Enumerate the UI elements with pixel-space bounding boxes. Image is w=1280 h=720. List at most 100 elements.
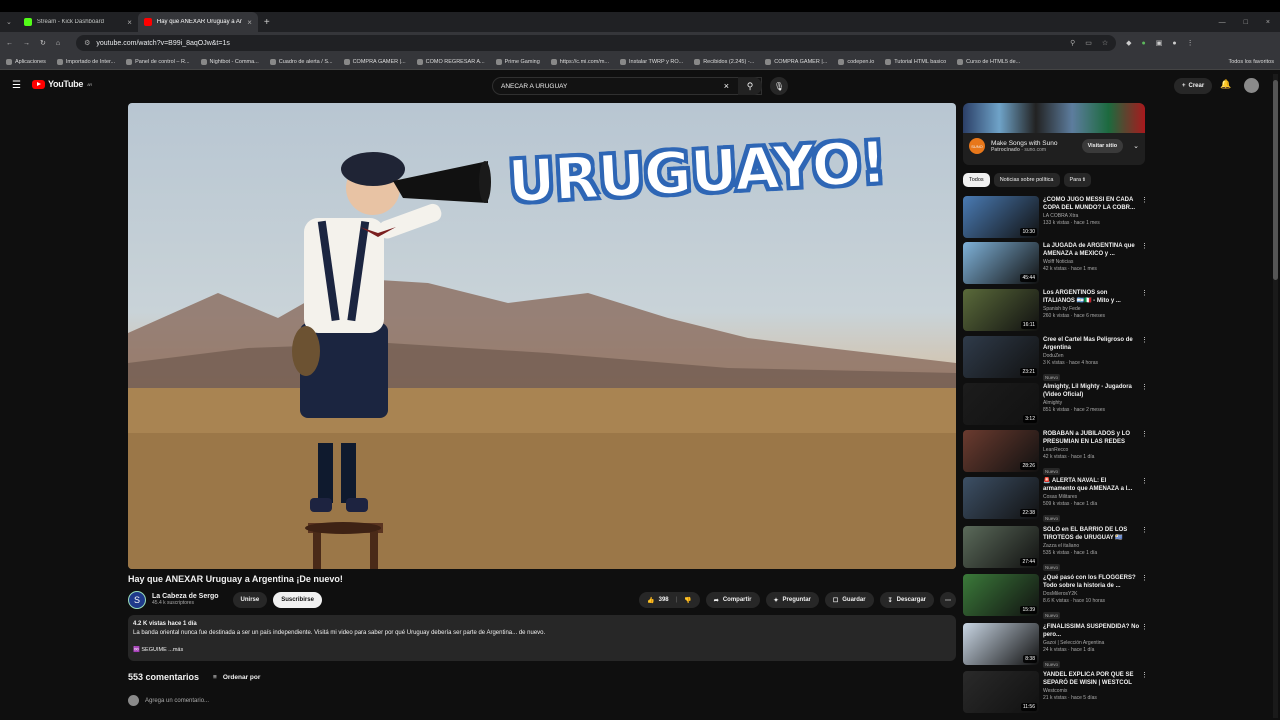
notifications-bell-icon[interactable]: 🔔 — [1220, 79, 1231, 90]
chevron-down-icon[interactable]: ⌄ — [1133, 142, 1139, 150]
recommendation-title[interactable]: Cree el Cartel Mas Peligroso de Argentin… — [1043, 336, 1140, 352]
recommendation-channel[interactable]: LA COBRA Xtra — [1043, 213, 1140, 219]
more-options-icon[interactable]: ⋮ — [1141, 242, 1148, 250]
recommendation-item[interactable]: 22:38 🚨 ALERTA NAVAL: El armamento que AM… — [963, 477, 1148, 523]
more-options-icon[interactable]: ⋮ — [1141, 430, 1148, 438]
channel-avatar[interactable]: S — [128, 591, 146, 609]
video-thumbnail[interactable]: 15:39 — [963, 574, 1039, 616]
browser-tab-kick[interactable]: Stream - Kick Dashboard × — [18, 12, 138, 32]
recommendation-item[interactable]: 8:38 ¿FINALISSIMA SUSPENDIDA? No pero... G… — [963, 623, 1148, 669]
extensions-puzzle-icon[interactable]: ▣ — [1156, 39, 1163, 47]
show-more-link[interactable]: ♾️ SEGUIME ...más — [133, 647, 951, 653]
download-button[interactable]: ↧ Descargar — [879, 592, 934, 608]
home-icon[interactable]: ⌂ — [56, 40, 60, 47]
like-button[interactable]: 👍 398 | 👎 — [639, 592, 700, 608]
bookmark-item[interactable]: Curso de HTML5 de... — [957, 58, 1020, 65]
video-thumbnail[interactable]: 45:44 — [963, 242, 1039, 284]
close-tab-icon[interactable]: × — [247, 18, 252, 27]
new-tab-button[interactable]: + — [258, 17, 276, 28]
reload-icon[interactable]: ↻ — [40, 39, 46, 47]
more-options-icon[interactable]: ⋮ — [1141, 477, 1148, 485]
sort-comments-button[interactable]: ≡ Ordenar por — [213, 674, 260, 681]
more-options-icon[interactable]: ⋮ — [1141, 383, 1148, 391]
video-thumbnail[interactable]: 28:26 — [963, 430, 1039, 472]
more-options-icon[interactable]: ⋮ — [1141, 526, 1148, 534]
bookmark-item[interactable]: Importado de Inter... — [56, 58, 115, 65]
video-thumbnail[interactable]: 10:30 — [963, 196, 1039, 238]
more-options-icon[interactable]: ⋮ — [1141, 671, 1148, 679]
recommendation-item[interactable]: 15:39 ¿Qué pasó con los FLOGGERS? Todo so… — [963, 574, 1148, 620]
recommendation-item[interactable]: 11:56 YANDEL EXPLICA POR QUÉ SE SEPARÓ DE… — [963, 671, 1148, 715]
cast-icon[interactable]: ▭ — [1085, 39, 1092, 47]
video-thumbnail[interactable]: 22:38 — [963, 477, 1039, 519]
create-button[interactable]: + Crear — [1174, 78, 1213, 94]
back-icon[interactable]: ← — [6, 40, 13, 47]
recommendation-channel[interactable]: LeanRecco — [1043, 447, 1140, 453]
recommendation-channel[interactable]: Almighty — [1043, 400, 1140, 406]
recommendation-item[interactable]: 28:26 ROBABAN a JUBILADOS y LO PRESUMIAN … — [963, 430, 1148, 476]
extension-icon[interactable]: ◆ — [1126, 39, 1131, 47]
thumbs-down-icon[interactable]: 👎 — [684, 597, 691, 604]
chip-todos[interactable]: Todos — [963, 173, 990, 187]
sponsored-ad-card[interactable]: SUNO Make Songs with Suno Patrocinado · … — [963, 103, 1145, 165]
recommendation-title[interactable]: Los ARGENTINOS son ITALIANOS 🇦🇷🇮🇹 - Mito… — [1043, 289, 1140, 305]
subscribe-button[interactable]: Suscribirse — [273, 592, 322, 608]
bookmark-star-icon[interactable]: ☆ — [1102, 39, 1108, 47]
recommendation-item[interactable]: 3:12 Almighty, Lil Mighty - Jugadora (Vid… — [963, 383, 1148, 427]
close-window-icon[interactable]: × — [1266, 19, 1270, 26]
maximize-icon[interactable]: □ — [1244, 19, 1248, 26]
bookmark-item[interactable]: Recibidos (2.245) -... — [694, 58, 754, 65]
recommendation-item[interactable]: 23:21 Cree el Cartel Mas Peligroso de Arg… — [963, 336, 1148, 382]
bookmark-item[interactable]: COMPRA GAMER |... — [765, 58, 827, 65]
more-options-icon[interactable]: ⋮ — [1141, 623, 1148, 631]
recommendation-channel[interactable]: Westcomix — [1043, 688, 1140, 694]
clear-search-icon[interactable]: × — [724, 81, 729, 91]
extension-icon[interactable]: ● — [1142, 40, 1146, 47]
comment-input-placeholder[interactable]: Agrega un comentario... — [145, 698, 209, 704]
search-input[interactable]: ANECAR A URUGUAY × — [492, 77, 762, 95]
recommendation-title[interactable]: 🚨 ALERTA NAVAL: El armamento que AMENAZA… — [1043, 477, 1140, 493]
share-button[interactable]: ➦ Compartir — [705, 592, 760, 608]
recommendation-channel[interactable]: Cosas Militares — [1043, 494, 1140, 500]
video-thumbnail[interactable]: 23:21 — [963, 336, 1039, 378]
recommendation-item[interactable]: 10:30 ¿CÓMO JUGÓ MESSI EN CADA COPA DEL M… — [963, 196, 1148, 240]
recommendation-item[interactable]: 45:44 La JUGADA de ARGENTINA que AMENAZA … — [963, 242, 1148, 286]
video-thumbnail[interactable]: 3:12 — [963, 383, 1039, 425]
video-thumbnail[interactable]: 16:11 — [963, 289, 1039, 331]
bookmark-item[interactable]: COMO REGRESAR A... — [416, 58, 485, 65]
recommendation-title[interactable]: SOLO en EL BARRIO DE LOS TIROTEOS de URU… — [1043, 526, 1140, 542]
menu-hamburger-icon[interactable]: ☰ — [12, 80, 21, 91]
chip-politica[interactable]: Noticias sobre política — [993, 173, 1060, 187]
search-button[interactable]: ⚲ — [738, 77, 762, 95]
voice-search-button[interactable]: 🎙 — [770, 77, 788, 95]
all-bookmarks-folder[interactable]: Todos los favoritos — [1228, 59, 1274, 65]
description-box[interactable]: 4.2 K vistas hace 1 día La banda orienta… — [128, 615, 956, 661]
more-options-icon[interactable]: ⋮ — [1141, 196, 1148, 204]
bookmark-item[interactable]: Cuadro de alerta / S... — [269, 58, 333, 65]
recommendation-channel[interactable]: DosMilerosY2K — [1043, 591, 1140, 597]
tab-search-icon[interactable]: ⌄ — [0, 18, 18, 26]
bookmark-item[interactable]: COMPRA GAMER |... — [343, 58, 406, 65]
ask-button[interactable]: ✦ Preguntar — [765, 592, 819, 608]
minimize-icon[interactable]: — — [1219, 19, 1226, 26]
recommendation-title[interactable]: La JUGADA de ARGENTINA que AMENAZA a MEX… — [1043, 242, 1140, 258]
more-actions-button[interactable]: ⋯ — [940, 592, 956, 608]
bookmark-item[interactable]: codepen.io — [838, 58, 874, 65]
recommendation-channel[interactable]: Gazoi | Selección Argentina — [1043, 640, 1140, 646]
add-comment-row[interactable]: Agrega un comentario... — [128, 695, 209, 706]
bookmark-item[interactable]: Panel de control – R... — [126, 58, 190, 65]
join-button[interactable]: Unirse — [232, 592, 268, 608]
recommendation-channel[interactable]: Wolff Noticias — [1043, 259, 1140, 265]
recommendation-channel[interactable]: DoduZen — [1043, 353, 1140, 359]
more-options-icon[interactable]: ⋮ — [1141, 574, 1148, 582]
recommendation-title[interactable]: Almighty, Lil Mighty - Jugadora (Video O… — [1043, 383, 1140, 399]
scrollbar-thumb[interactable] — [1273, 80, 1278, 280]
video-player[interactable]: URUGUAYO! — [128, 103, 956, 569]
bookmark-item[interactable]: Aplicaciones — [6, 58, 46, 65]
account-avatar[interactable] — [1244, 78, 1259, 93]
bookmark-item[interactable]: https://c.mi.com/m... — [550, 58, 609, 65]
recommendation-title[interactable]: ¿Qué pasó con los FLOGGERS? Todo sobre l… — [1043, 574, 1140, 590]
recommendation-item[interactable]: 16:11 Los ARGENTINOS son ITALIANOS 🇦🇷🇮🇹 -… — [963, 289, 1148, 333]
bookmark-item[interactable]: Prime Gaming — [495, 58, 540, 65]
site-info-icon[interactable]: ⚙ — [84, 39, 90, 47]
